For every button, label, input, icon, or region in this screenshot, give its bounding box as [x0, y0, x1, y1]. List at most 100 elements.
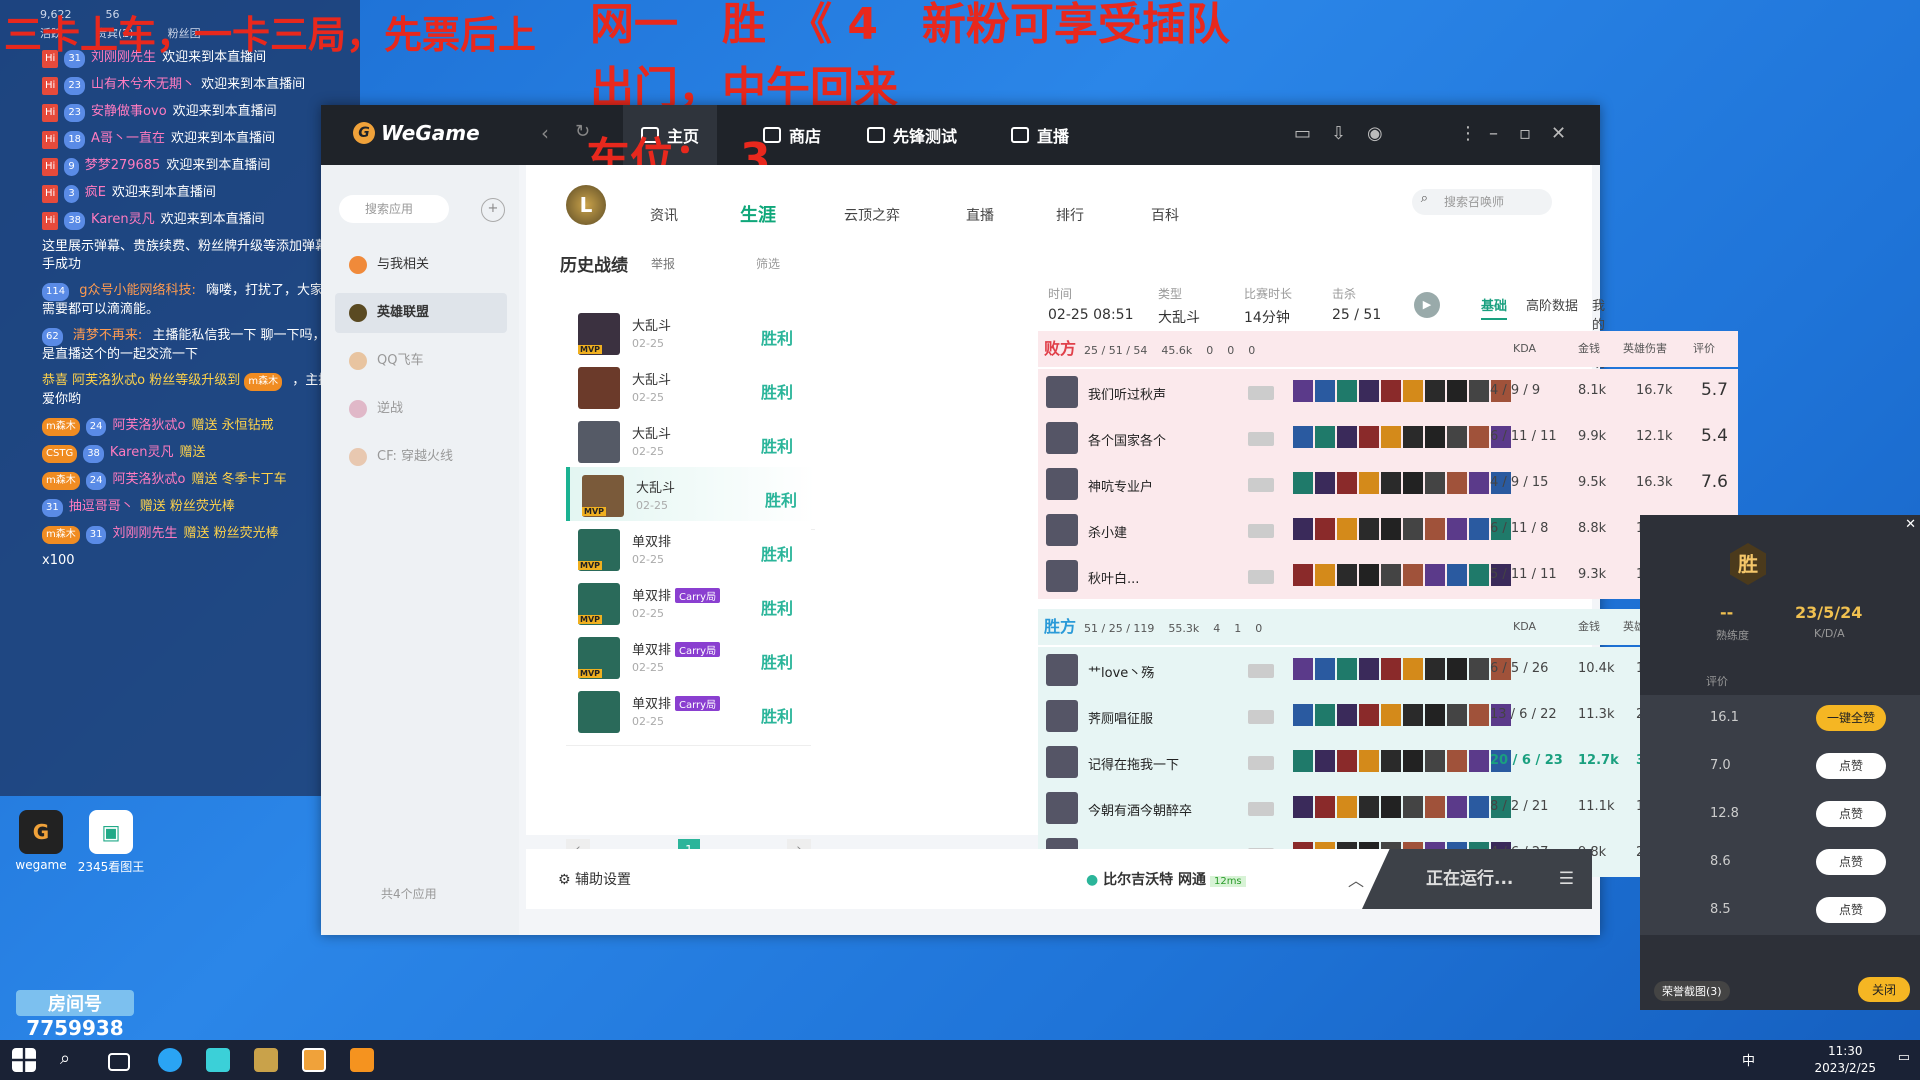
- tab-basic[interactable]: 基础: [1481, 295, 1508, 320]
- subnav-career[interactable]: 生涯: [740, 201, 776, 241]
- column-header[interactable]: 评价: [1693, 331, 1715, 367]
- player-name[interactable]: 艹love丶殇: [1088, 662, 1154, 681]
- subnav-tft[interactable]: 云顶之弈: [844, 205, 900, 245]
- chat-user-name[interactable]: A哥丶一直在: [91, 131, 165, 146]
- sidebar-item-qqspeed[interactable]: QQ飞车: [335, 341, 507, 381]
- subnav-rank[interactable]: 排行: [1056, 205, 1084, 245]
- media-taskbar-icon[interactable]: [350, 1048, 374, 1072]
- like-button[interactable]: 点赞: [1816, 897, 1886, 923]
- ie-icon[interactable]: [158, 1048, 182, 1072]
- chat-user-name[interactable]: 阿芙洛狄忒o: [112, 472, 185, 487]
- summoner-search-input[interactable]: 搜索召唤师: [1412, 189, 1552, 215]
- player-score: 5.4: [1700, 426, 1728, 446]
- player-row[interactable]: 我们听过秋声 4 / 9 / 9 8.1k 16.7k 5.7: [1038, 369, 1738, 415]
- download-icon[interactable]: ⇩: [1331, 123, 1346, 144]
- column-header[interactable]: 英雄伤害: [1623, 331, 1667, 367]
- running-button[interactable]: 正在运行... ☰: [1362, 849, 1592, 909]
- avatar-icon[interactable]: ◉: [1367, 123, 1383, 144]
- sidebar-item-related[interactable]: 与我相关: [335, 245, 507, 285]
- team-inhibitors: 0: [1255, 622, 1263, 635]
- close-icon[interactable]: ✕: [1551, 123, 1566, 144]
- chat-user-name[interactable]: 梦梦279685: [85, 158, 161, 173]
- player-row[interactable]: 荠厕唱征服13 / 6 / 2211.3k21.0k10.1: [1038, 693, 1738, 739]
- subnav-live[interactable]: 直播: [966, 205, 994, 245]
- player-gold: 11.3k: [1578, 707, 1615, 722]
- like-button[interactable]: 点赞: [1816, 849, 1886, 875]
- more-icon[interactable]: ⋮: [1459, 123, 1477, 144]
- player-row[interactable]: 今朝有酒今朝醉卒8 / 2 / 2111.1k17.1k11.1: [1038, 785, 1738, 831]
- chat-user-name[interactable]: Karen灵凡: [91, 212, 155, 227]
- subnav-wiki[interactable]: 百科: [1151, 205, 1179, 245]
- chat-user-name[interactable]: 山有木兮木无期丶: [91, 77, 195, 92]
- score-label: 评价: [1706, 675, 1728, 688]
- live-chat-panel[interactable]: 9,622 56 活跃 贵宾(2) 粉丝团 Hi 31 刘刚刚先生 欢迎来到本直播间 H…: [0, 0, 360, 796]
- player-name[interactable]: 各个国家各个: [1088, 430, 1166, 449]
- chat-user-name[interactable]: 抽逗哥哥丶: [69, 499, 134, 514]
- app-icon[interactable]: [206, 1048, 230, 1072]
- replay-play-icon[interactable]: ▶: [1414, 292, 1440, 318]
- like-all-button[interactable]: 一键全赞: [1816, 705, 1886, 731]
- chat-user-name[interactable]: 阿芙洛狄忒o: [112, 418, 185, 433]
- player-row[interactable]: 杀小建6 / 11 / 88.8k11.3k5.3: [1038, 507, 1738, 553]
- player-name[interactable]: 神吭专业户: [1088, 476, 1153, 495]
- chat-user-name[interactable]: g众号小能网络科技:: [79, 283, 196, 298]
- chevron-up-icon[interactable]: ︿: [1348, 867, 1364, 891]
- like-button[interactable]: 点赞: [1816, 801, 1886, 827]
- column-header[interactable]: 金钱: [1578, 331, 1600, 367]
- notification-icon[interactable]: ▭: [1898, 1050, 1910, 1065]
- tab-advanced[interactable]: 高阶数据: [1526, 295, 1578, 314]
- server-status[interactable]: ● 比尔吉沃特 网通 12ms: [1086, 869, 1246, 889]
- player-name[interactable]: 秋叶白...: [1088, 568, 1139, 587]
- desktop-icon-wegame[interactable]: G wegame: [6, 810, 76, 872]
- champion-avatar: [578, 367, 620, 409]
- chat-user-name[interactable]: 疯E: [85, 185, 106, 200]
- lol-taskbar-icon[interactable]: [254, 1048, 278, 1072]
- subnav-news[interactable]: 资讯: [650, 205, 678, 245]
- player-name[interactable]: 记得在拖我一下: [1088, 754, 1179, 773]
- maximize-icon[interactable]: ▫: [1519, 123, 1531, 144]
- minimize-icon[interactable]: –: [1489, 123, 1498, 144]
- chat-user-name[interactable]: 刘刚刚先生: [112, 526, 177, 541]
- sidebar-item-nizhan[interactable]: 逆战: [335, 389, 507, 429]
- chat-user-name[interactable]: 安静做事ovo: [91, 104, 167, 119]
- player-row[interactable]: 各个国家各个 6 / 11 / 11 9.9k 12.1k 5.4: [1038, 415, 1738, 461]
- column-header[interactable]: KDA: [1513, 331, 1536, 367]
- player-name[interactable]: 今朝有酒今朝醉卒: [1088, 800, 1192, 819]
- search-icon[interactable]: ⌕: [60, 1048, 84, 1072]
- back-arrow-icon[interactable]: ‹: [541, 121, 549, 145]
- close-button[interactable]: 关闭: [1858, 977, 1911, 1002]
- chat-user-name[interactable]: Karen灵凡: [110, 445, 174, 460]
- filter-button[interactable]: 筛选: [756, 255, 780, 272]
- carry-badge: Carry局: [675, 588, 721, 603]
- sidebar-item-cf[interactable]: CF: 穿越火线: [335, 437, 507, 477]
- folder-icon[interactable]: ▭: [1294, 123, 1311, 144]
- player-row[interactable]: 秋叶白...5 / 11 / 119.3k14.5k7.0: [1038, 553, 1738, 599]
- column-header[interactable]: 金钱: [1578, 609, 1600, 645]
- task-view-icon[interactable]: [108, 1053, 130, 1071]
- desktop-icon-2345viewer[interactable]: ▣ 2345看图王: [76, 810, 146, 875]
- system-clock[interactable]: 11:30 2023/2/25: [1814, 1043, 1876, 1077]
- assist-settings-button[interactable]: ⚙ 辅助设置: [558, 869, 631, 889]
- player-name[interactable]: 杀小建: [1088, 522, 1127, 541]
- ime-indicator[interactable]: 中: [1742, 1050, 1755, 1069]
- player-row[interactable]: 记得在拖我一下20 / 6 / 2312.7k34.6k15.6: [1038, 739, 1738, 785]
- nav-pioneer-test[interactable]: 先锋测试: [849, 105, 975, 165]
- app-search-input[interactable]: 搜索应用: [339, 195, 449, 223]
- player-row[interactable]: 神吭专业户 4 / 9 / 15 9.5k 16.3k 7.6: [1038, 461, 1738, 507]
- player-name[interactable]: 荠厕唱征服: [1088, 708, 1153, 727]
- chat-user-name[interactable]: 清梦不再来:: [73, 328, 142, 343]
- column-header[interactable]: KDA: [1513, 609, 1536, 645]
- match-mode: 单双排 Carry局: [632, 639, 721, 658]
- add-app-button[interactable]: +: [481, 198, 505, 222]
- close-icon[interactable]: ✕: [1905, 517, 1916, 532]
- wegame-taskbar-icon[interactable]: [302, 1048, 326, 1072]
- honor-screenshot-button[interactable]: 荣誉截图(3): [1654, 981, 1730, 1001]
- windows-start-icon[interactable]: [12, 1048, 36, 1072]
- player-row[interactable]: 艹love丶殇6 / 5 / 2610.4k15.8k7.3: [1038, 647, 1738, 693]
- nav-live[interactable]: 直播: [993, 105, 1087, 165]
- player-name[interactable]: 我们听过秋声: [1088, 384, 1166, 403]
- match-history-item[interactable]: 单双排 Carry局 02-25 胜利: [566, 683, 811, 746]
- report-link[interactable]: 举报: [651, 255, 675, 272]
- like-button[interactable]: 点赞: [1816, 753, 1886, 779]
- sidebar-item-lol[interactable]: 英雄联盟: [335, 293, 507, 333]
